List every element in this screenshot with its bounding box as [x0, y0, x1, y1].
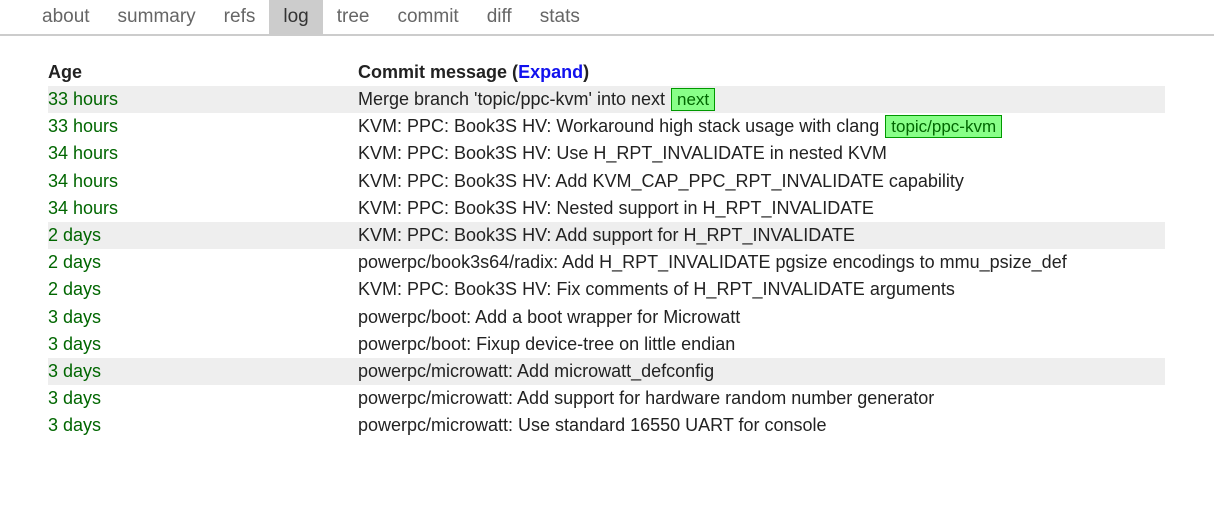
commit-age[interactable]: 3 days [48, 305, 358, 330]
branch-tag[interactable]: next [671, 88, 715, 111]
table-row: 3 dayspowerpc/boot: Fixup device-tree on… [48, 331, 1165, 358]
commit-msg-link[interactable]: powerpc/microwatt: Add support for hardw… [358, 388, 934, 408]
commit-msg-link[interactable]: powerpc/microwatt: Add microwatt_defconf… [358, 361, 714, 381]
commit-msg-cell: KVM: PPC: Book3S HV: Add KVM_CAP_PPC_RPT… [358, 169, 1165, 194]
commit-age[interactable]: 3 days [48, 413, 358, 438]
commit-msg-link[interactable]: KVM: PPC: Book3S HV: Workaround high sta… [358, 116, 879, 136]
commit-age[interactable]: 3 days [48, 332, 358, 357]
commit-msg-cell: powerpc/microwatt: Add support for hardw… [358, 386, 1165, 411]
commit-msg-cell: powerpc/boot: Add a boot wrapper for Mic… [358, 305, 1165, 330]
branch-tag[interactable]: topic/ppc-kvm [885, 115, 1002, 138]
table-row: 33 hoursMerge branch 'topic/ppc-kvm' int… [48, 86, 1165, 113]
header-msg-suffix: ) [583, 62, 589, 82]
commit-msg-cell: KVM: PPC: Book3S HV: Use H_RPT_INVALIDAT… [358, 141, 1165, 166]
commit-msg-link[interactable]: powerpc/microwatt: Use standard 16550 UA… [358, 415, 827, 435]
table-row: 2 daysKVM: PPC: Book3S HV: Fix comments … [48, 276, 1165, 303]
commit-msg-link[interactable]: powerpc/book3s64/radix: Add H_RPT_INVALI… [358, 252, 1067, 272]
table-row: 34 hoursKVM: PPC: Book3S HV: Use H_RPT_I… [48, 140, 1165, 167]
commit-age[interactable]: 2 days [48, 223, 358, 248]
tab-tree[interactable]: tree [323, 0, 384, 34]
header-msg: Commit message (Expand) [358, 62, 1165, 83]
table-row: 3 dayspowerpc/boot: Add a boot wrapper f… [48, 304, 1165, 331]
commit-age[interactable]: 2 days [48, 250, 358, 275]
tab-log[interactable]: log [269, 0, 322, 34]
commit-msg-link[interactable]: KVM: PPC: Book3S HV: Use H_RPT_INVALIDAT… [358, 143, 887, 163]
commit-msg-cell: Merge branch 'topic/ppc-kvm' into next ne… [358, 87, 1165, 112]
commit-msg-cell: KVM: PPC: Book3S HV: Workaround high sta… [358, 114, 1165, 139]
commit-msg-cell: KVM: PPC: Book3S HV: Nested support in H… [358, 196, 1165, 221]
tab-summary[interactable]: summary [104, 0, 210, 34]
commit-msg-cell: powerpc/boot: Fixup device-tree on littl… [358, 332, 1165, 357]
commit-age[interactable]: 3 days [48, 386, 358, 411]
commit-msg-cell: powerpc/microwatt: Add microwatt_defconf… [358, 359, 1165, 384]
log-header: Age Commit message (Expand) [48, 60, 1165, 86]
table-row: 34 hoursKVM: PPC: Book3S HV: Nested supp… [48, 195, 1165, 222]
expand-link[interactable]: Expand [518, 62, 583, 82]
header-msg-prefix: Commit message ( [358, 62, 518, 82]
commit-age[interactable]: 2 days [48, 277, 358, 302]
commit-msg-link[interactable]: KVM: PPC: Book3S HV: Fix comments of H_R… [358, 279, 955, 299]
tab-about[interactable]: about [28, 0, 104, 34]
log-rows: 33 hoursMerge branch 'topic/ppc-kvm' int… [48, 86, 1165, 439]
table-row: 34 hoursKVM: PPC: Book3S HV: Add KVM_CAP… [48, 168, 1165, 195]
tab-refs[interactable]: refs [210, 0, 270, 34]
commit-msg-link[interactable]: KVM: PPC: Book3S HV: Add KVM_CAP_PPC_RPT… [358, 171, 964, 191]
commit-age[interactable]: 34 hours [48, 169, 358, 194]
commit-age[interactable]: 34 hours [48, 196, 358, 221]
commit-msg-cell: powerpc/microwatt: Use standard 16550 UA… [358, 413, 1165, 438]
log-table: Age Commit message (Expand) 33 hoursMerg… [0, 36, 1165, 439]
table-row: 2 daysKVM: PPC: Book3S HV: Add support f… [48, 222, 1165, 249]
commit-msg-cell: powerpc/book3s64/radix: Add H_RPT_INVALI… [358, 250, 1165, 275]
table-row: 3 dayspowerpc/microwatt: Add microwatt_d… [48, 358, 1165, 385]
tab-commit[interactable]: commit [383, 0, 472, 34]
commit-age[interactable]: 33 hours [48, 114, 358, 139]
commit-msg-link[interactable]: KVM: PPC: Book3S HV: Add support for H_R… [358, 225, 855, 245]
table-row: 3 dayspowerpc/microwatt: Use standard 16… [48, 412, 1165, 439]
header-age: Age [48, 62, 358, 83]
table-row: 33 hoursKVM: PPC: Book3S HV: Workaround … [48, 113, 1165, 140]
commit-age[interactable]: 33 hours [48, 87, 358, 112]
table-row: 2 dayspowerpc/book3s64/radix: Add H_RPT_… [48, 249, 1165, 276]
commit-msg-link[interactable]: KVM: PPC: Book3S HV: Nested support in H… [358, 198, 874, 218]
commit-msg-link[interactable]: powerpc/boot: Fixup device-tree on littl… [358, 334, 735, 354]
table-row: 3 dayspowerpc/microwatt: Add support for… [48, 385, 1165, 412]
commit-msg-link[interactable]: powerpc/boot: Add a boot wrapper for Mic… [358, 307, 740, 327]
commit-age[interactable]: 3 days [48, 359, 358, 384]
tab-diff[interactable]: diff [473, 0, 526, 34]
tab-bar: aboutsummaryrefslogtreecommitdiffstats [0, 0, 1214, 36]
commit-msg-cell: KVM: PPC: Book3S HV: Add support for H_R… [358, 223, 1165, 248]
commit-msg-cell: KVM: PPC: Book3S HV: Fix comments of H_R… [358, 277, 1165, 302]
tab-stats[interactable]: stats [526, 0, 594, 34]
commit-age[interactable]: 34 hours [48, 141, 358, 166]
commit-msg-link[interactable]: Merge branch 'topic/ppc-kvm' into next [358, 89, 665, 109]
